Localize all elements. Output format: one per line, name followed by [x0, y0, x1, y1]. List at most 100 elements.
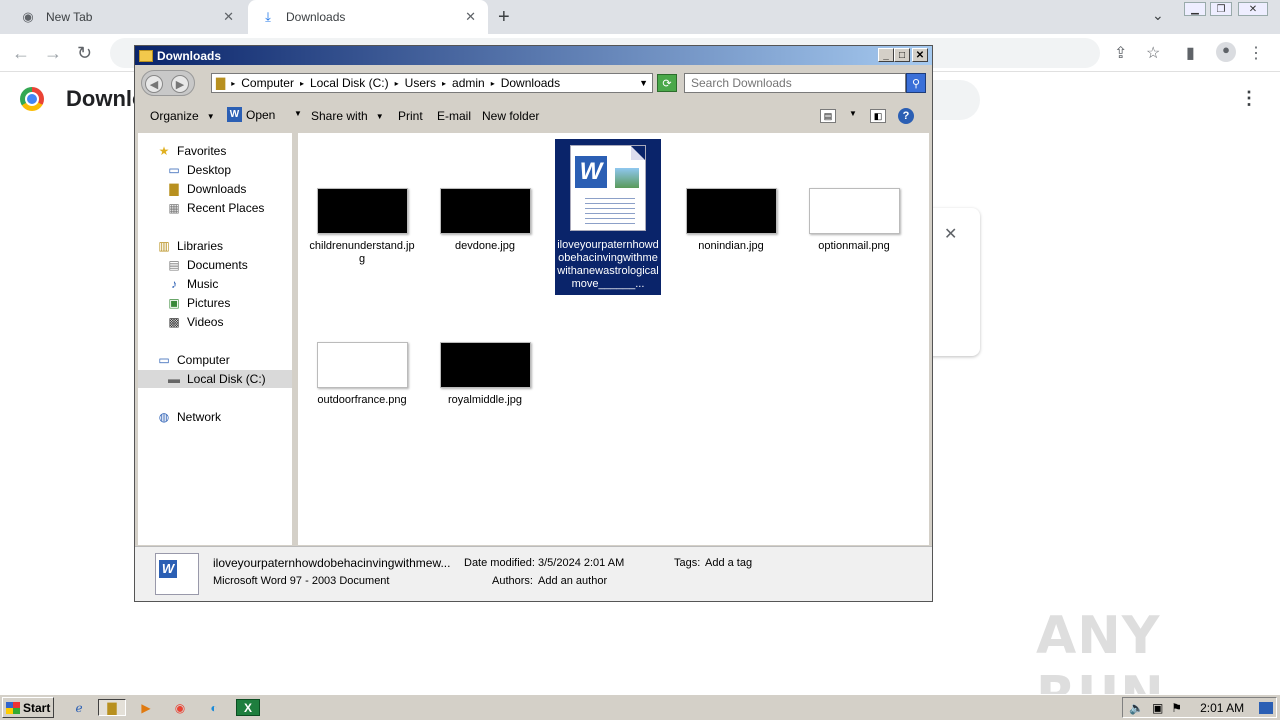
view-options-button[interactable]: ▼ — [841, 109, 857, 118]
help-icon[interactable]: ? — [898, 108, 914, 124]
file-item[interactable]: optionmail.png — [801, 188, 907, 253]
remove-download-icon[interactable]: ✕ — [944, 224, 957, 244]
excel-icon[interactable]: X — [236, 699, 260, 716]
tab-new-tab[interactable]: ◉ New Tab ✕ — [8, 0, 246, 34]
file-item-selected[interactable]: W iloveyourpaternhowdobehacinvingwithmew… — [555, 139, 661, 295]
chevron-down-icon[interactable]: ⌄ — [1152, 7, 1164, 24]
internet-explorer-icon[interactable]: ℯ — [70, 699, 88, 716]
explorer-taskbar-icon[interactable]: ▇ — [98, 699, 126, 716]
explorer-titlebar[interactable]: Downloads — [135, 46, 932, 65]
pictures-icon: ▣ — [168, 296, 180, 310]
share-icon[interactable]: ⇪ — [1114, 43, 1127, 63]
search-icon[interactable]: ⚲ — [906, 73, 926, 93]
open-button[interactable]: W Open — [227, 107, 275, 122]
nav-network[interactable]: ◍ Network — [156, 408, 221, 426]
breadcrumb-separator[interactable]: ▸ — [231, 79, 235, 88]
start-label: Start — [23, 700, 51, 715]
nav-recent-places[interactable]: ▦ Recent Places — [166, 199, 264, 217]
refresh-icon[interactable]: ⟳ — [657, 74, 677, 92]
minimize-button[interactable]: _ — [878, 48, 894, 62]
flag-icon[interactable]: ⚑ — [1171, 701, 1182, 715]
print-button[interactable]: Print — [398, 109, 423, 123]
details-pane: W iloveyourpaternhowdobehacinvingwithmew… — [135, 546, 932, 601]
maximize-button[interactable]: □ — [894, 48, 910, 62]
file-item[interactable]: childrenunderstand.jpg — [309, 188, 415, 266]
forward-arrow-icon[interactable]: → — [44, 43, 62, 64]
back-arrow-icon[interactable]: ← — [12, 43, 30, 64]
tab-label: New Tab — [46, 10, 93, 24]
date-modified-value: 3/5/2024 2:01 AM — [538, 557, 625, 569]
forward-arrow-icon[interactable]: ▶ — [171, 75, 189, 93]
menu-kebab-icon[interactable]: ⋮ — [1248, 43, 1264, 63]
chrome-taskbar-icon[interactable]: ◉ — [171, 699, 189, 716]
email-button[interactable]: E-mail — [437, 109, 471, 123]
downloads-menu-icon[interactable]: ⋮ — [1240, 88, 1258, 109]
breadcrumb-computer[interactable]: Computer — [241, 76, 294, 90]
close-button[interactable]: ✕ — [912, 48, 928, 62]
windows-logo-icon — [6, 701, 20, 714]
tags-field[interactable]: Add a tag — [705, 557, 752, 569]
nav-libraries[interactable]: ▥ Libraries — [156, 237, 223, 255]
chevron-down-icon[interactable]: ▼ — [639, 78, 648, 88]
back-arrow-icon[interactable]: ◀ — [145, 75, 163, 93]
nav-label: Pictures — [187, 296, 231, 310]
nav-videos[interactable]: ▩ Videos — [166, 313, 223, 331]
preview-pane-icon[interactable]: ◧ — [870, 109, 886, 123]
breadcrumb-separator[interactable]: ▸ — [442, 79, 446, 88]
file-name: childrenunderstand.jpg — [309, 240, 415, 265]
start-button[interactable]: Start — [2, 697, 54, 718]
nav-documents[interactable]: ▤ Documents — [166, 256, 247, 274]
nav-desktop[interactable]: ▭ Desktop — [166, 161, 231, 179]
show-desktop-icon[interactable] — [1259, 701, 1273, 714]
tab-downloads[interactable]: ⤓ Downloads ✕ — [248, 0, 488, 34]
breadcrumb[interactable]: ▇ ▸ Computer ▸ Local Disk (C:) ▸ Users ▸… — [211, 73, 653, 93]
open-dropdown-button[interactable]: ▼ — [286, 109, 302, 118]
nav-local-disk[interactable]: ▬ Local Disk (C:) — [138, 370, 292, 388]
breadcrumb-separator[interactable]: ▸ — [491, 79, 495, 88]
nav-pictures[interactable]: ▣ Pictures — [166, 294, 230, 312]
search-input[interactable] — [684, 73, 906, 93]
nav-music[interactable]: ♪ Music — [166, 275, 218, 293]
side-panel-icon[interactable]: ▮ — [1186, 43, 1195, 63]
nav-label: Downloads — [187, 182, 247, 196]
file-item[interactable]: royalmiddle.jpg — [432, 342, 538, 407]
breadcrumb-separator[interactable]: ▸ — [395, 79, 399, 88]
window-close-button[interactable]: ✕ — [1238, 2, 1268, 16]
new-tab-button[interactable]: + — [498, 6, 510, 29]
reload-icon[interactable]: ↻ — [77, 43, 92, 64]
organize-button[interactable]: Organize ▼ — [150, 109, 215, 123]
restore-button[interactable]: ❐ — [1210, 2, 1232, 16]
clock[interactable]: 2:01 AM — [1200, 701, 1244, 715]
image-thumbnail — [439, 188, 531, 234]
breadcrumb-local-disk[interactable]: Local Disk (C:) — [310, 76, 389, 90]
close-icon[interactable]: ✕ — [223, 9, 234, 25]
breadcrumb-users[interactable]: Users — [405, 76, 436, 90]
date-modified-label: Date modified: — [464, 557, 535, 569]
breadcrumb-admin[interactable]: admin — [452, 76, 485, 90]
new-folder-button[interactable]: New folder — [482, 109, 539, 123]
chrome-icon: ◉ — [22, 9, 34, 24]
share-with-button[interactable]: Share with ▼ — [311, 109, 384, 123]
media-player-icon[interactable]: ▶ — [137, 699, 155, 716]
image-thumbnail — [316, 342, 408, 388]
folder-icon — [139, 49, 153, 62]
nav-label: Favorites — [177, 144, 227, 158]
edge-icon[interactable]: ◐ — [205, 699, 223, 716]
breadcrumb-separator[interactable]: ▸ — [300, 79, 304, 88]
file-item[interactable]: outdoorfrance.png — [309, 342, 415, 407]
authors-field[interactable]: Add an author — [538, 575, 607, 587]
nav-label: Videos — [187, 315, 224, 329]
file-item[interactable]: nonindian.jpg — [678, 188, 784, 253]
file-item[interactable]: devdone.jpg — [432, 188, 538, 253]
nav-downloads[interactable]: ▇ Downloads — [166, 180, 246, 198]
volume-icon[interactable]: 🔈 — [1129, 701, 1144, 715]
profile-avatar-icon[interactable]: ● — [1216, 42, 1236, 62]
bookmark-star-icon[interactable]: ☆ — [1146, 43, 1160, 63]
close-icon[interactable]: ✕ — [465, 9, 476, 25]
network-tray-icon[interactable]: ▣ — [1152, 701, 1163, 715]
change-view-icon[interactable]: ▤ — [820, 109, 836, 123]
minimize-button[interactable]: ▁ — [1184, 2, 1206, 16]
nav-favorites[interactable]: ★ Favorites — [156, 142, 227, 160]
breadcrumb-downloads[interactable]: Downloads — [501, 76, 560, 90]
nav-computer[interactable]: ▭ Computer — [156, 351, 229, 369]
